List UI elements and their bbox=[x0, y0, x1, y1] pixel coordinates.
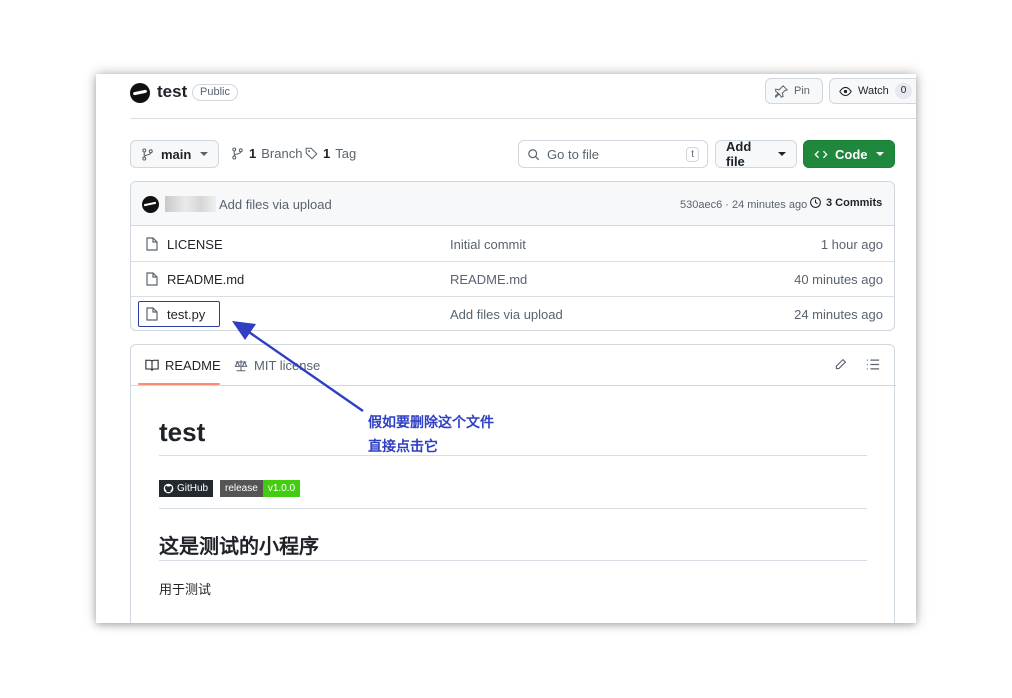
committer-name-redacted bbox=[165, 196, 216, 212]
file-icon bbox=[146, 272, 158, 286]
file-age: 24 minutes ago bbox=[794, 307, 883, 322]
github-icon bbox=[163, 483, 174, 494]
watch-label: Watch bbox=[858, 85, 889, 97]
history-icon bbox=[810, 197, 821, 208]
release-badge-label: release bbox=[220, 480, 263, 497]
pin-label: Pin bbox=[794, 85, 810, 97]
owner-avatar[interactable] bbox=[130, 83, 150, 103]
file-commit-message[interactable]: Initial commit bbox=[450, 237, 526, 252]
file-table: Add files via upload 530aec6 · 24 minute… bbox=[130, 181, 895, 331]
annotation-line-1: 假如要删除这个文件 bbox=[368, 415, 494, 431]
tags-count: 1 bbox=[323, 146, 331, 161]
screenshot-frame: test Public Pin Watch 0 main 1 Branch 1 … bbox=[96, 74, 916, 623]
release-badge-value: v1.0.0 bbox=[262, 480, 301, 497]
go-to-file-placeholder: Go to file bbox=[547, 146, 600, 162]
repo-name[interactable]: test bbox=[157, 82, 187, 102]
code-label: Code bbox=[835, 146, 868, 162]
branches-label: Branch bbox=[261, 146, 303, 161]
law-icon bbox=[234, 360, 248, 372]
search-icon bbox=[528, 148, 540, 160]
file-row[interactable]: README.md README.md 40 minutes ago bbox=[131, 262, 894, 297]
readme-heading: 这是测试的小程序 bbox=[159, 536, 319, 558]
file-row[interactable]: test.py Add files via upload 24 minutes … bbox=[131, 297, 894, 330]
readme-paragraph: 用于测试 bbox=[159, 582, 212, 597]
file-name[interactable]: LICENSE bbox=[167, 237, 223, 252]
latest-commit-hash-time[interactable]: 530aec6 · 24 minutes ago bbox=[680, 199, 807, 211]
release-badge[interactable]: release v1.0.0 bbox=[220, 480, 301, 497]
tab-readme[interactable]: README bbox=[145, 358, 221, 373]
pencil-icon[interactable] bbox=[834, 358, 847, 371]
header-divider bbox=[130, 118, 916, 119]
commits-link[interactable]: 3 Commits bbox=[809, 196, 882, 209]
eye-icon bbox=[839, 86, 852, 96]
tags-label: Tag bbox=[335, 146, 357, 161]
file-age: 40 minutes ago bbox=[794, 272, 883, 287]
branches-count: 1 bbox=[249, 146, 257, 161]
go-to-file-input[interactable]: Go to file t bbox=[518, 140, 708, 168]
watch-count: 0 bbox=[894, 83, 913, 99]
branch-icon bbox=[232, 147, 243, 160]
add-file-button[interactable]: Add file bbox=[715, 139, 797, 169]
tag-icon bbox=[305, 147, 318, 160]
tags-link[interactable]: 1 Tag bbox=[305, 146, 356, 161]
watch-button[interactable]: Watch 0 bbox=[829, 78, 916, 104]
github-badge[interactable]: GitHub bbox=[159, 480, 214, 497]
book-icon bbox=[145, 359, 159, 371]
readme-title: test bbox=[159, 417, 206, 447]
list-icon[interactable] bbox=[866, 358, 880, 371]
latest-commit-message[interactable]: Add files via upload bbox=[219, 197, 332, 212]
file-icon bbox=[146, 237, 158, 251]
readme-panel: README MIT license test GitHub release v… bbox=[130, 344, 896, 623]
branch-select-button[interactable]: main bbox=[130, 140, 219, 168]
chevron-down-icon bbox=[876, 152, 884, 156]
file-commit-message[interactable]: Add files via upload bbox=[450, 307, 563, 322]
heading-divider bbox=[159, 560, 867, 561]
readme-tabs: README MIT license bbox=[131, 345, 896, 386]
tab-license[interactable]: MIT license bbox=[234, 358, 320, 373]
annotation-line-2: 直接点击它 bbox=[368, 439, 438, 455]
add-file-label: Add file bbox=[726, 139, 752, 169]
chevron-down-icon bbox=[200, 152, 208, 156]
highlight-box bbox=[138, 301, 220, 327]
active-tab-underline bbox=[138, 383, 220, 385]
code-button[interactable]: Code bbox=[803, 140, 895, 168]
visibility-badge: Public bbox=[192, 84, 238, 101]
code-icon bbox=[814, 150, 828, 158]
badges-divider bbox=[159, 508, 867, 509]
file-age: 1 hour ago bbox=[820, 237, 883, 252]
title-divider bbox=[159, 455, 867, 456]
file-row[interactable]: LICENSE Initial commit 1 hour ago bbox=[131, 227, 894, 262]
branch-icon bbox=[142, 147, 153, 161]
branch-label: main bbox=[161, 146, 192, 162]
tab-readme-label: README bbox=[165, 358, 221, 373]
chevron-down-icon bbox=[778, 152, 786, 156]
branches-link[interactable]: 1 Branch bbox=[231, 146, 302, 161]
pin-button[interactable]: Pin bbox=[765, 78, 823, 104]
tab-license-label: MIT license bbox=[254, 358, 321, 373]
pin-icon bbox=[775, 84, 788, 98]
file-name[interactable]: README.md bbox=[167, 272, 244, 287]
latest-commit-bar: Add files via upload 530aec6 · 24 minute… bbox=[131, 182, 894, 226]
github-badge-label: GitHub bbox=[177, 483, 209, 494]
file-commit-message[interactable]: README.md bbox=[450, 272, 527, 287]
committer-avatar[interactable] bbox=[142, 196, 159, 213]
shortcut-key: t bbox=[686, 146, 699, 162]
commits-label: 3 Commits bbox=[826, 196, 883, 209]
